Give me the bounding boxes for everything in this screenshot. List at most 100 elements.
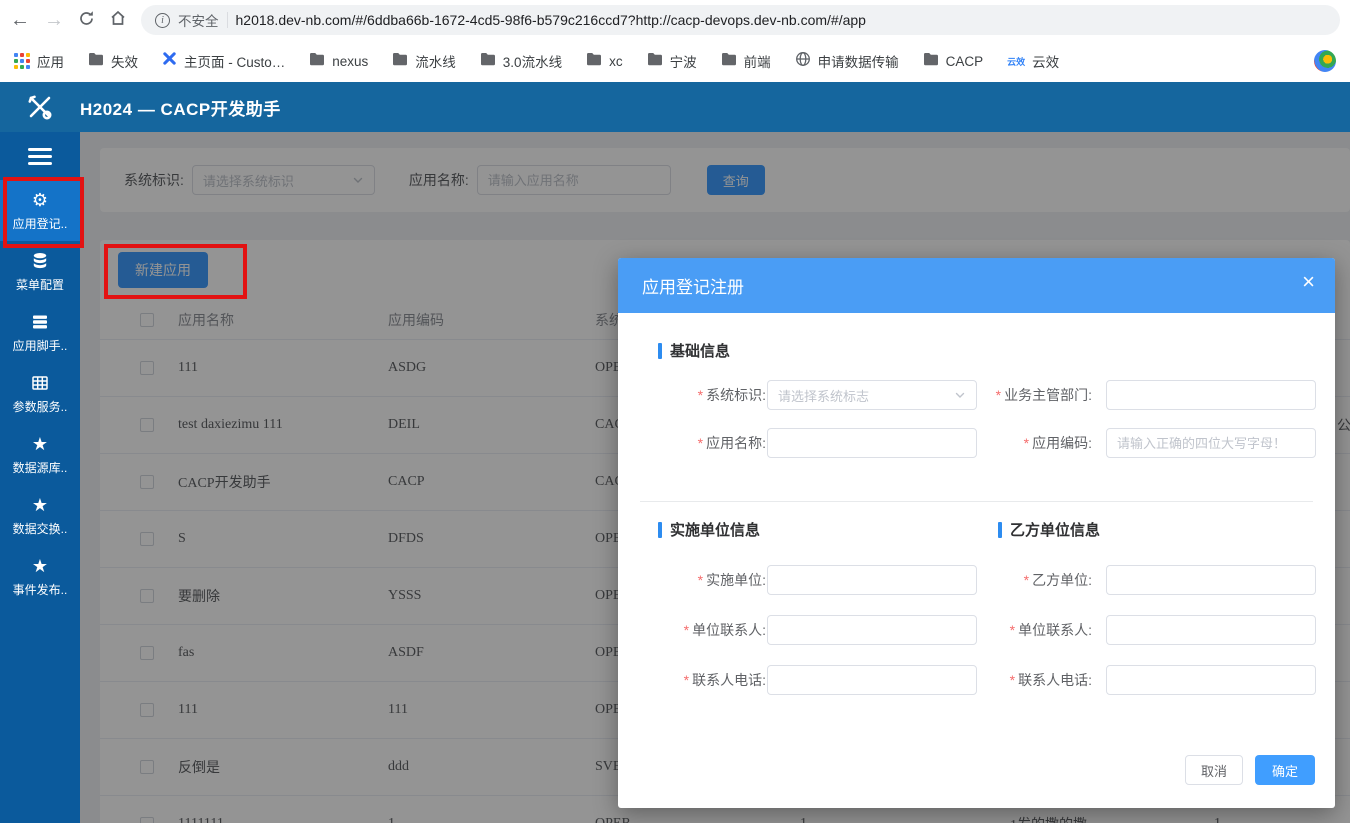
blue-x-icon xyxy=(162,51,177,71)
party-b-phone-input[interactable] xyxy=(1106,665,1316,695)
sidebar-item-data-exchange[interactable]: ★ 数据交换.. xyxy=(0,485,80,546)
dialog-header: 应用登记注册 × xyxy=(618,258,1335,313)
folder-icon xyxy=(309,52,325,71)
bookmark-label: 3.0流水线 xyxy=(503,51,562,71)
section-bar xyxy=(998,522,1002,538)
section-basic-info: 基础信息 xyxy=(658,340,730,361)
apps-grid-icon xyxy=(14,53,30,69)
bookmark-item[interactable]: 失效 xyxy=(88,51,138,71)
system-id-label: *系统标识: xyxy=(638,380,766,410)
annotation-box-new-app xyxy=(104,244,247,299)
reload-icon[interactable] xyxy=(78,10,95,31)
folder-icon xyxy=(586,52,602,71)
bookmark-label: 应用 xyxy=(37,51,64,71)
bookmark-item[interactable]: 3.0流水线 xyxy=(480,51,562,71)
page-title: H2024 — CACP开发助手 xyxy=(80,95,281,120)
url-text: h2018.dev-nb.com/#/6ddba66b-1672-4cd5-98… xyxy=(236,12,866,28)
sidebar-item-menu-config[interactable]: 菜单配置 xyxy=(0,241,80,302)
sidebar-item-label: 数据交换.. xyxy=(13,520,68,537)
app-logo-icon xyxy=(0,90,80,124)
bookmark-item[interactable]: 主页面 - Custo… xyxy=(162,51,285,71)
bookmark-item[interactable]: 前端 xyxy=(721,51,771,71)
bookmark-label: 前端 xyxy=(744,51,771,71)
app-register-dialog: 应用登记注册 × 基础信息 *系统标识: 请选择系统标志 *业务主管部门: *应… xyxy=(618,258,1335,808)
sidebar-item-event-publish[interactable]: ★ 事件发布.. xyxy=(0,546,80,607)
dept-label: *业务主管部门: xyxy=(918,380,1092,410)
impl-contact-label: *单位联系人: xyxy=(638,615,766,645)
party-b-unit-input[interactable] xyxy=(1106,565,1316,595)
browser-toolbar: ← → i 不安全 h2018.dev-nb.com/#/6ddba66b-16… xyxy=(0,0,1350,40)
sidebar-item-label: 菜单配置 xyxy=(16,276,64,293)
annotation-box-sidebar xyxy=(3,177,84,248)
server-icon xyxy=(31,312,49,332)
bookmark-item[interactable]: 申请数据传输 xyxy=(795,51,899,72)
sidebar-item-datasource[interactable]: ★ 数据源库.. xyxy=(0,424,80,485)
section-title: 基础信息 xyxy=(670,340,730,361)
section-implement-unit: 实施单位信息 xyxy=(658,519,760,540)
bookmark-apps[interactable]: 应用 xyxy=(14,51,64,71)
screen: ← → i 不安全 h2018.dev-nb.com/#/6ddba66b-16… xyxy=(0,0,1350,823)
bookmark-label: CACP xyxy=(946,54,984,69)
folder-icon xyxy=(88,52,104,71)
section-title: 实施单位信息 xyxy=(670,519,760,540)
app-code-input[interactable] xyxy=(1106,428,1316,458)
bookmark-label: 失效 xyxy=(111,51,138,71)
bookmark-label: 主页面 - Custo… xyxy=(184,51,285,71)
star-icon: ★ xyxy=(32,495,48,515)
app-header: H2024 — CACP开发助手 xyxy=(0,82,1350,132)
bookmark-item[interactable]: xc xyxy=(586,52,623,71)
party-b-contact-input[interactable] xyxy=(1106,615,1316,645)
folder-icon xyxy=(392,52,408,71)
section-bar xyxy=(658,343,662,359)
sidebar-item-param-service[interactable]: 参数服务.. xyxy=(0,363,80,424)
table-icon xyxy=(31,373,49,393)
info-icon[interactable]: i xyxy=(155,13,170,28)
home-icon[interactable] xyxy=(109,9,127,31)
bookmark-label: 申请数据传输 xyxy=(818,51,899,71)
app-name-label: *应用名称: xyxy=(638,428,766,458)
bookmark-yunxiao[interactable]: 云效 云效 xyxy=(1007,51,1059,71)
impl-phone-label: *联系人电话: xyxy=(638,665,766,695)
sidebar-item-label: 参数服务.. xyxy=(13,398,68,415)
bookmark-label: 流水线 xyxy=(415,51,456,71)
folder-icon xyxy=(923,52,939,71)
section-title: 乙方单位信息 xyxy=(1010,519,1100,540)
party-b-contact-label: *单位联系人: xyxy=(918,615,1092,645)
section-party-b-unit: 乙方单位信息 xyxy=(998,519,1100,540)
bookmark-item[interactable]: nexus xyxy=(309,52,368,71)
confirm-button[interactable]: 确定 xyxy=(1255,755,1315,785)
section-bar xyxy=(658,522,662,538)
app-code-label: *应用编码: xyxy=(918,428,1092,458)
bookmark-label: nexus xyxy=(332,54,368,69)
section-divider xyxy=(640,501,1313,502)
bookmark-label: 云效 xyxy=(1032,51,1059,71)
dept-input[interactable] xyxy=(1106,380,1316,410)
sidebar-item-app-scaffold[interactable]: 应用脚手.. xyxy=(0,302,80,363)
profile-avatar-icon[interactable] xyxy=(1314,50,1336,72)
close-icon[interactable]: × xyxy=(1302,271,1315,293)
bookmark-item[interactable]: CACP xyxy=(923,52,984,71)
bookmark-item[interactable]: 流水线 xyxy=(392,51,456,71)
database-icon xyxy=(31,251,49,271)
party-b-phone-label: *联系人电话: xyxy=(918,665,1092,695)
bookmark-item[interactable]: 宁波 xyxy=(647,51,697,71)
yunxiao-icon: 云效 xyxy=(1007,55,1025,68)
sidebar-item-label: 应用脚手.. xyxy=(13,337,68,354)
folder-icon xyxy=(721,52,737,71)
forward-icon[interactable]: → xyxy=(44,10,64,30)
star-icon: ★ xyxy=(32,434,48,454)
impl-unit-label: *实施单位: xyxy=(638,565,766,595)
bookmarks-bar: 应用 失效 主页面 - Custo… nexus 流水线 3.0流水线 xc xyxy=(0,40,1350,82)
globe-icon xyxy=(795,51,811,72)
url-separator xyxy=(227,12,228,28)
back-icon[interactable]: ← xyxy=(10,10,30,30)
party-b-unit-label: *乙方单位: xyxy=(918,565,1092,595)
star-icon: ★ xyxy=(32,556,48,576)
select-placeholder: 请选择系统标志 xyxy=(778,386,869,405)
dialog-title: 应用登记注册 xyxy=(642,273,744,298)
sidebar-item-label: 事件发布.. xyxy=(13,581,68,598)
url-bar[interactable]: i 不安全 h2018.dev-nb.com/#/6ddba66b-1672-4… xyxy=(141,5,1340,35)
hamburger-menu-icon[interactable] xyxy=(0,132,80,180)
sidebar-item-label: 数据源库.. xyxy=(13,459,68,476)
cancel-button[interactable]: 取消 xyxy=(1185,755,1243,785)
